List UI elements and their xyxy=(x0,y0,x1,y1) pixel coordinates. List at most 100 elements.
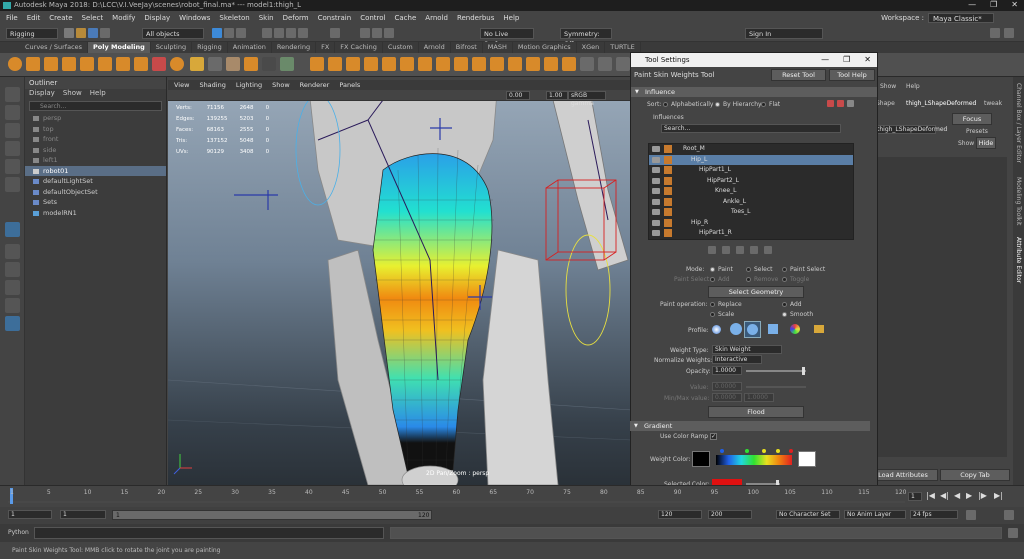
ramp-handle[interactable] xyxy=(776,449,780,453)
paint-select-remove-radio[interactable] xyxy=(746,277,751,282)
boolean-icon[interactable] xyxy=(244,57,258,71)
use-color-ramp-checkbox[interactable]: ✓ xyxy=(710,433,717,440)
mode-paint-select-radio[interactable] xyxy=(782,267,787,272)
viewport-menu-show[interactable]: Show xyxy=(272,81,290,89)
joint-row[interactable]: Toes_L xyxy=(649,207,853,218)
persp-hypershade-layout-icon[interactable] xyxy=(5,298,20,313)
outliner-item[interactable]: robot01 xyxy=(25,165,166,176)
outliner-item[interactable]: Sets xyxy=(25,197,166,208)
value-slider[interactable] xyxy=(746,386,806,388)
menu-modify[interactable]: Modify xyxy=(112,14,135,22)
persp-graph-layout-icon[interactable] xyxy=(5,280,20,295)
poly-disc-icon[interactable] xyxy=(116,57,130,71)
opacity-slider[interactable] xyxy=(746,370,806,372)
combine-icon[interactable] xyxy=(190,57,204,71)
extract-icon[interactable] xyxy=(226,57,240,71)
new-scene-icon[interactable] xyxy=(64,28,74,38)
minimize-button[interactable]: — xyxy=(968,0,976,9)
uv-editor-icon[interactable] xyxy=(580,57,594,71)
sort-by-hierarchy-radio[interactable] xyxy=(715,102,720,107)
toggle-panel-icon-2[interactable] xyxy=(1004,28,1014,38)
shelf-tab-arnold[interactable]: Arnold xyxy=(419,42,451,53)
exposure-field[interactable]: 0.00 xyxy=(506,91,530,100)
poly-plane-icon[interactable] xyxy=(98,57,112,71)
select-by-object-icon[interactable] xyxy=(224,28,234,38)
lock-icon[interactable] xyxy=(652,167,660,173)
playback-start-field[interactable]: 1 xyxy=(60,510,106,519)
render-settings-icon[interactable] xyxy=(384,28,394,38)
outliner-item[interactable]: left1 xyxy=(25,155,166,166)
extrude-icon[interactable] xyxy=(310,57,324,71)
outliner-item[interactable]: defaultLightSet xyxy=(25,176,166,187)
symmetry-dropdown[interactable]: Symmetry: Off xyxy=(560,28,612,48)
weight-color-max-swatch[interactable] xyxy=(798,451,816,467)
joint-row[interactable]: Ankle_L xyxy=(649,197,853,208)
select-by-component-icon[interactable] xyxy=(236,28,246,38)
menu-select[interactable]: Select xyxy=(82,14,104,22)
single-perspective-layout-icon[interactable] xyxy=(5,222,20,237)
joint-row[interactable]: Hip_L xyxy=(649,154,853,165)
shelf-tab-xgen[interactable]: XGen xyxy=(577,42,606,53)
outliner-item[interactable]: modelRN1 xyxy=(25,208,166,219)
lock-icon[interactable] xyxy=(652,156,660,163)
side-tab-attribute-editor[interactable]: Attribute Editor xyxy=(1015,237,1022,283)
viewport-menu-renderer[interactable]: Renderer xyxy=(300,81,330,89)
selection-mask-dropdown[interactable]: All objects xyxy=(142,28,204,39)
paint-op-smooth-radio[interactable] xyxy=(782,312,787,317)
menu-renderbus[interactable]: Renderbus xyxy=(457,14,494,22)
flood-button[interactable]: Flood xyxy=(708,406,804,418)
ts-minimize-button[interactable]: — xyxy=(821,53,829,67)
insert-edge-loop-icon[interactable] xyxy=(436,57,450,71)
lock-icon[interactable] xyxy=(652,209,660,215)
wedge-icon[interactable] xyxy=(490,57,504,71)
append-poly-icon[interactable] xyxy=(364,57,378,71)
average-vertices-icon[interactable] xyxy=(280,57,294,71)
go-to-start-button[interactable]: |◀ xyxy=(926,491,935,500)
reset-tool-button[interactable]: Reset Tool xyxy=(771,69,826,81)
toggle-panel-icon[interactable] xyxy=(990,28,1000,38)
menu-deform[interactable]: Deform xyxy=(283,14,309,22)
menu-help[interactable]: Help xyxy=(503,14,519,22)
outliner-item[interactable]: side xyxy=(25,145,166,156)
menu-arnold[interactable]: Arnold xyxy=(425,14,448,22)
tool-help-button[interactable]: Tool Help xyxy=(829,69,875,81)
ts-close-button[interactable]: ✕ xyxy=(864,53,871,67)
ae-hide-button[interactable]: Hide xyxy=(976,137,996,149)
shelf-tab-motion-graphics[interactable]: Motion Graphics xyxy=(513,42,577,53)
platonic-solid-icon[interactable] xyxy=(134,57,148,71)
play-forward-button[interactable]: ▶ xyxy=(966,491,972,500)
lock-icon[interactable] xyxy=(652,188,660,194)
animation-prefs-icon[interactable] xyxy=(1004,510,1014,520)
joint-row[interactable]: HipPart1_L xyxy=(649,165,853,176)
ae-menu-help[interactable]: Help xyxy=(906,83,920,90)
joint-row[interactable]: Knee_L xyxy=(649,186,853,197)
persp-outliner-layout-icon[interactable] xyxy=(5,262,20,277)
side-tab-modeling-toolkit[interactable]: Modeling Toolkit xyxy=(1015,177,1022,225)
joint-row[interactable]: HipPart2_L xyxy=(649,176,853,187)
ae-tab-shape[interactable]: Shape xyxy=(876,100,895,107)
influence-search-input[interactable]: Search... xyxy=(661,124,841,133)
scale-tool-icon[interactable] xyxy=(5,177,20,192)
make-hole-icon[interactable] xyxy=(400,57,414,71)
outliner-item[interactable]: top xyxy=(25,124,166,135)
range-slider-bar[interactable] xyxy=(112,510,432,520)
script-editor-icon[interactable] xyxy=(1008,528,1018,538)
value-field[interactable]: 0.0000 xyxy=(712,382,742,391)
start-time-field[interactable]: 1 xyxy=(8,510,52,519)
viewport-menu-view[interactable]: View xyxy=(174,81,189,89)
ramp-handle[interactable] xyxy=(720,449,724,453)
shelf-tab-poly-modeling[interactable]: Poly Modeling xyxy=(88,42,151,53)
menu-constrain[interactable]: Constrain xyxy=(318,14,352,22)
paint-select-add-radio[interactable] xyxy=(710,277,715,282)
ramp-handle[interactable] xyxy=(745,449,749,453)
play-backward-button[interactable]: ◀ xyxy=(954,491,960,500)
end-time-field[interactable]: 200 xyxy=(708,510,752,519)
collapse-icon[interactable] xyxy=(508,57,522,71)
open-scene-icon[interactable] xyxy=(76,28,86,38)
min-value-field[interactable]: 0.0000 xyxy=(712,393,742,402)
outliner-layout-icon[interactable] xyxy=(5,316,20,331)
ae-load-attributes-button[interactable]: Load Attributes xyxy=(868,469,938,481)
shelf-tab-bifrost[interactable]: Bifrost xyxy=(451,42,483,53)
max-value-field[interactable]: 1.0000 xyxy=(744,393,774,402)
outliner-item[interactable]: persp xyxy=(25,113,166,124)
